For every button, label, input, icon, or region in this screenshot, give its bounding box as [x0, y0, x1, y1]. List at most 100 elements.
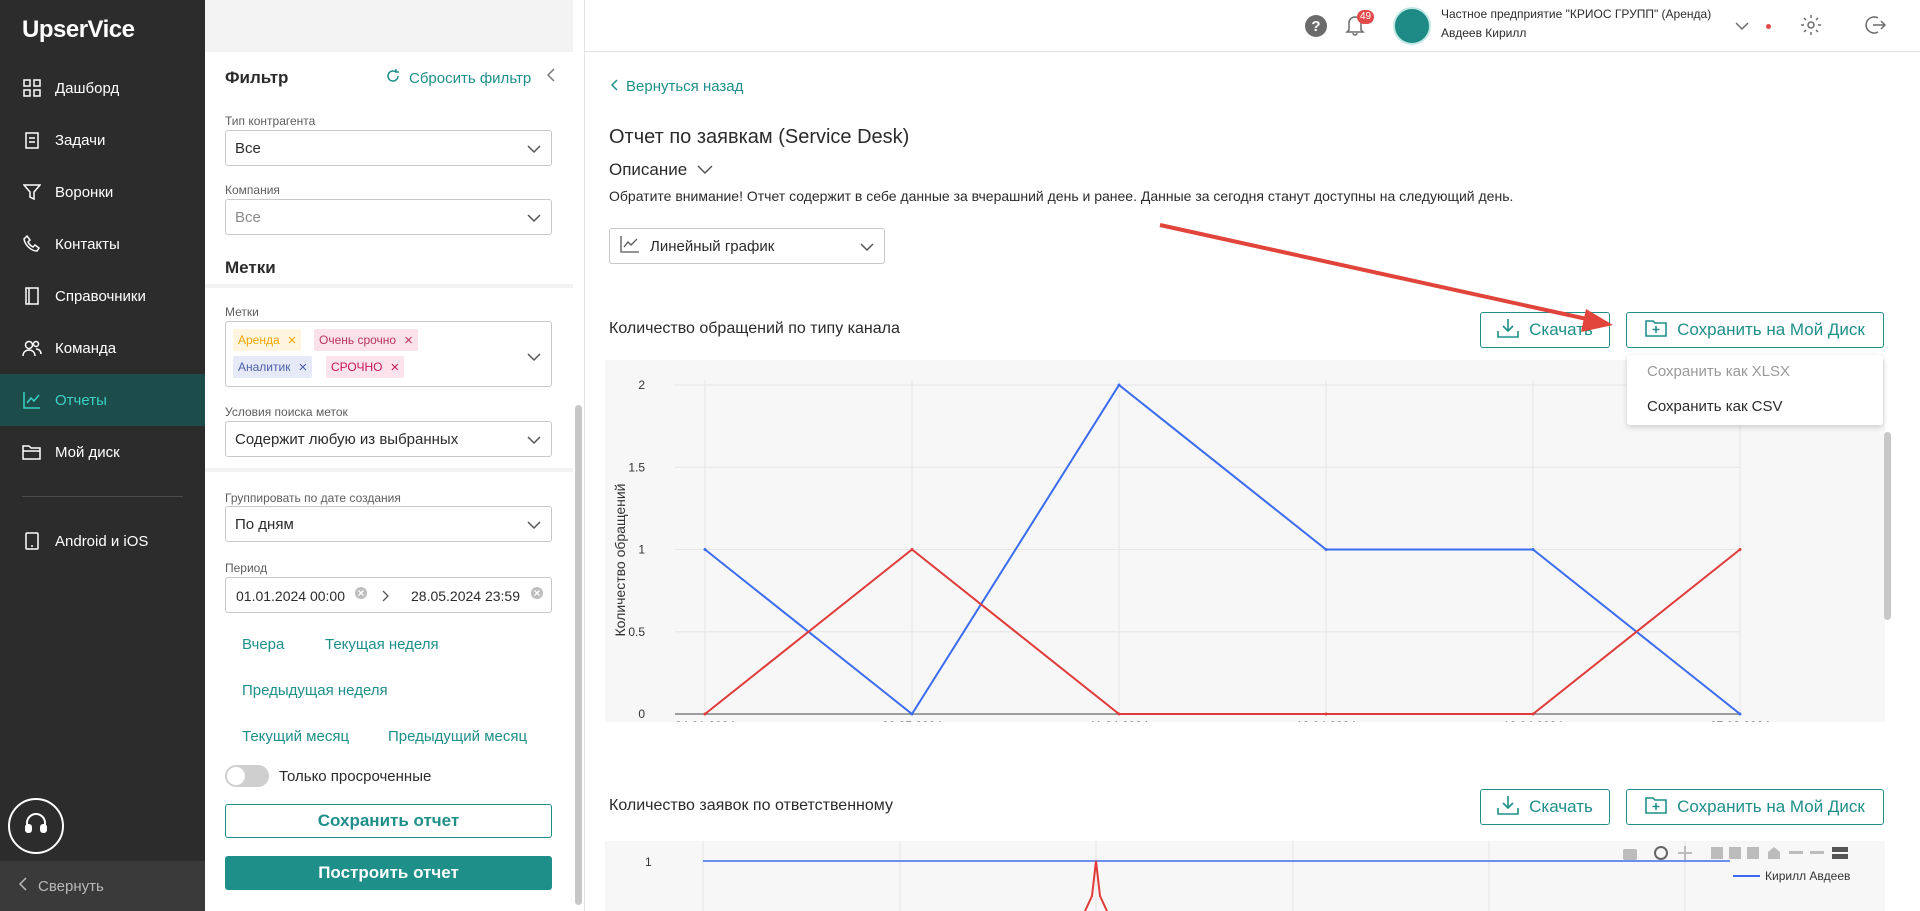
chart-data-point — [1738, 548, 1742, 551]
chart2-title: Количество заявок по ответственному — [609, 797, 893, 814]
company-select[interactable]: Все — [225, 199, 552, 235]
clear-icon[interactable] — [530, 586, 544, 603]
gear-icon[interactable] — [1800, 14, 1822, 41]
chevron-left-icon — [610, 78, 618, 95]
sidebar-item-references[interactable]: Справочники — [0, 270, 205, 322]
menu-item-xlsx[interactable]: Сохранить как XLSX — [1647, 363, 1790, 380]
sidebar-item-label: Отчеты — [55, 391, 107, 409]
chart-icon — [22, 390, 42, 410]
clear-icon[interactable] — [354, 586, 368, 603]
close-icon[interactable]: × — [288, 333, 297, 348]
notification-badge: 49 — [1357, 10, 1375, 24]
logout-icon[interactable] — [1864, 14, 1887, 41]
funnel-icon — [22, 182, 42, 202]
smartphone-icon — [22, 531, 42, 551]
help-icon[interactable]: ? — [1305, 15, 1327, 37]
period-range-input[interactable]: 01.01.2024 00:00 28.05.2024 23:59 — [225, 577, 552, 613]
contractor-type-select[interactable]: Все — [225, 130, 552, 166]
tag-condition-select[interactable]: Содержит любую из выбранных — [225, 421, 552, 457]
tag-chip[interactable]: Аналитик × — [233, 356, 313, 378]
sidebar-collapse-button[interactable]: Свернуть — [0, 861, 205, 911]
save-to-disk-button[interactable]: Сохранить на Мой Диск — [1626, 789, 1884, 825]
book-icon — [22, 286, 42, 306]
sidebar-item-dashboard[interactable]: Дашборд — [0, 62, 205, 114]
tag-text: Аналитик — [238, 360, 291, 374]
zoom-out-icon[interactable] — [1729, 847, 1741, 859]
group-by-select[interactable]: По дням — [225, 506, 552, 542]
chart-y-tick: 0.5 — [628, 625, 645, 639]
sidebar-item-tasks[interactable]: Задачи — [0, 114, 205, 166]
sidebar-item-reports[interactable]: Отчеты — [0, 374, 205, 426]
hover-compare-icon[interactable] — [1832, 854, 1848, 859]
menu-item-csv[interactable]: Сохранить как CSV — [1647, 398, 1783, 415]
chart-data-point — [1738, 712, 1742, 716]
save-format-menu: Сохранить как XLSX Сохранить как CSV — [1627, 355, 1883, 425]
tag-chip[interactable]: Очень срочно × — [314, 329, 418, 351]
description-toggle[interactable]: Описание — [609, 160, 713, 180]
tasks-icon — [22, 130, 42, 150]
save-report-button[interactable]: Сохранить отчет — [225, 804, 552, 838]
tag-chip[interactable]: СРОЧНО × — [326, 356, 405, 378]
chart-y-tick: 0 — [638, 707, 645, 721]
sidebar-item-contacts[interactable]: Контакты — [0, 218, 205, 270]
autoscale-icon[interactable] — [1747, 847, 1759, 859]
refresh-icon — [385, 68, 401, 88]
period-from[interactable]: 01.01.2024 00:00 — [236, 588, 345, 604]
sidebar-item-team[interactable]: Команда — [0, 322, 205, 374]
close-icon[interactable]: × — [404, 333, 413, 348]
chevron-down-icon — [527, 517, 541, 534]
build-report-button[interactable]: Построить отчет — [225, 856, 552, 890]
chart-data-point — [703, 548, 707, 551]
tag-chip[interactable]: Аренда × — [233, 329, 302, 351]
chart-x-tick: 18.04.2024 — [1503, 719, 1563, 722]
overdue-toggle[interactable] — [225, 765, 269, 787]
legend-entry: Кирилл Авдеев — [1765, 869, 1850, 883]
back-link[interactable]: Вернуться назад — [610, 78, 743, 95]
spike-lines-icon[interactable] — [1789, 851, 1803, 854]
chart-x-tick: 27.03.2024 — [1710, 719, 1770, 722]
filter-scrollbar[interactable] — [575, 405, 582, 905]
folder-icon — [22, 442, 42, 462]
chart-x-tick: 04.01.2024 — [675, 719, 735, 722]
period-to[interactable]: 28.05.2024 23:59 — [411, 588, 520, 604]
user-name: Авдеев Кирилл — [1441, 26, 1527, 40]
sidebar-item-my-disk[interactable]: Мой диск — [0, 426, 205, 478]
sidebar-item-mobile-apps[interactable]: Android и iOS — [0, 515, 205, 567]
company-name: Частное предприятие "КРИОС ГРУПП" (Аренд… — [1441, 7, 1712, 21]
hover-compare-icon[interactable] — [1832, 847, 1848, 852]
sidebar-divider — [22, 496, 183, 497]
download-button[interactable]: Скачать — [1480, 789, 1610, 825]
notice-text: Обратите внимание! Отчет содержит в себе… — [609, 188, 1514, 204]
close-icon[interactable]: × — [298, 360, 307, 375]
quick-period-previous-month[interactable]: Предыдущий месяц — [388, 728, 527, 745]
hover-closest-icon[interactable] — [1810, 851, 1824, 854]
filter-title: Фильтр — [225, 68, 289, 87]
chevron-down-icon[interactable] — [1735, 18, 1749, 36]
quick-period-yesterday[interactable]: Вчера — [242, 636, 284, 653]
filter-panel: Фильтр Сбросить фильтр Тип контрагента В… — [205, 0, 585, 911]
save-to-disk-button[interactable]: Сохранить на Мой Диск — [1626, 312, 1884, 348]
quick-period-current-month[interactable]: Текущий месяц — [242, 728, 349, 745]
dashboard-icon — [22, 78, 42, 98]
quick-period-previous-week[interactable]: Предыдущая неделя — [242, 682, 388, 699]
download-icon — [1497, 795, 1519, 820]
support-button[interactable] — [8, 798, 64, 854]
zoom-in-icon[interactable] — [1711, 847, 1723, 859]
chevron-left-icon[interactable] — [546, 68, 555, 87]
avatar[interactable] — [1393, 7, 1431, 45]
collapse-label: Свернуть — [38, 877, 104, 895]
company-value: Все — [235, 208, 261, 226]
camera-icon[interactable] — [1623, 849, 1637, 860]
main-scrollbar[interactable] — [1884, 432, 1891, 620]
reset-filter-button[interactable]: Сбросить фильтр — [385, 68, 531, 88]
save-to-disk-label: Сохранить на Мой Диск — [1677, 797, 1865, 816]
quick-period-current-week[interactable]: Текущая неделя — [325, 636, 439, 653]
chart1-title: Количество обращений по типу канала — [609, 320, 900, 337]
sidebar-item-label: Android и iOS — [55, 532, 149, 550]
sidebar-item-label: Контакты — [55, 235, 120, 253]
chart-type-select[interactable]: Линейный график — [609, 228, 885, 264]
app-logo[interactable]: UpserVice — [22, 16, 135, 44]
close-icon[interactable]: × — [390, 360, 399, 375]
sidebar-item-funnels[interactable]: Воронки — [0, 166, 205, 218]
chart2-background — [605, 841, 1885, 911]
